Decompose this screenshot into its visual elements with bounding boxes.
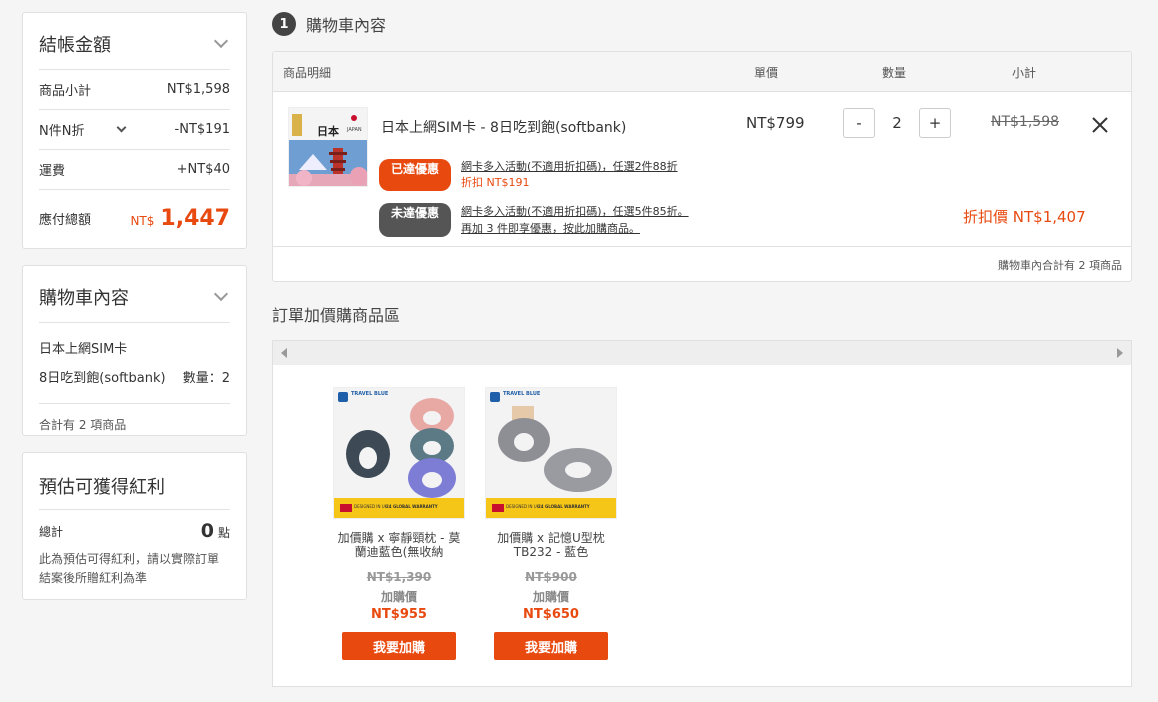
rewards-unit: 點: [217, 526, 230, 540]
header-subtotal: 小計: [1012, 66, 1037, 80]
sim-card-thumbnail[interactable]: 日本 JAPAN: [288, 107, 368, 187]
cart-item-discounted-price: 折扣價 NT$1,407: [963, 208, 1086, 226]
rewards-header: 預估可獲得紅利: [39, 469, 230, 510]
rewards-card: 預估可獲得紅利 總計 0 點 此為預估可得紅利，請以實際訂單結案後所贈紅利為準: [22, 452, 247, 600]
addon-product-card: TRAVEL BLUE DESIGNED IN UK 24 GLOBAL WAR…: [485, 387, 617, 660]
scroll-left-icon[interactable]: [281, 348, 287, 358]
cart-side-total: 合計有 2 項商品: [39, 418, 127, 432]
decrease-quantity-button[interactable]: -: [843, 108, 875, 138]
promo-add-more-link[interactable]: 再加 3 件即享優惠，按此加購商品。: [461, 220, 689, 237]
cart-item-subtotal-original: NT$1,598: [991, 114, 1060, 130]
banner-right-text: 24 GLOBAL WARRANTY: [538, 504, 590, 509]
shipping-label: 運費: [39, 164, 66, 179]
u-pillow-image[interactable]: TRAVEL BLUE DESIGNED IN UK 24 GLOBAL WAR…: [485, 387, 617, 519]
step-title: 購物車內容: [306, 16, 387, 35]
checkout-summary-card: 結帳金額 商品小計 NT$1,598 N件N折 -NT$191 運費 +NT$4…: [22, 12, 247, 249]
thumbnail-label-en: JAPAN: [347, 127, 362, 133]
brand-logo-text: TRAVEL BLUE: [503, 391, 541, 397]
cart-item-unit-price: NT$799: [746, 114, 805, 132]
cart-side-item-name: 日本上網SIM卡: [39, 342, 128, 357]
promo-not-reached: 未達優惠 網卡多入活動(不適用折扣碼)，任選5件85折。 再加 3 件即享優惠，…: [379, 203, 689, 237]
increase-quantity-button[interactable]: +: [919, 108, 951, 138]
addon-product-price: NT$955: [371, 607, 427, 622]
addon-carousel: TRAVEL BLUE DESIGNED IN UK 24 GLOBAL WAR…: [272, 340, 1132, 687]
shipping-row: 運費 +NT$40: [39, 150, 230, 190]
cart-side-card: 購物車內容 日本上網SIM卡 8日吃到飽(softbank) 數量：2 合計有 …: [22, 265, 247, 436]
discount-row: N件N折 -NT$191: [39, 110, 230, 150]
checkout-summary-header[interactable]: 結帳金額: [39, 27, 230, 70]
product-image: [486, 388, 616, 518]
cart-item-name[interactable]: 日本上網SIM卡 - 8日吃到飽(softbank): [381, 117, 626, 137]
banner-left-text: DESIGNED IN UK: [506, 504, 540, 509]
thumbnail-label: 日本: [317, 125, 339, 138]
rewards-points: 0: [200, 520, 214, 542]
subtotal-label: 商品小計: [39, 84, 92, 99]
header-detail: 商品明細: [283, 66, 332, 80]
promo-not-reached-tag: 未達優惠: [379, 203, 451, 237]
cart-table-footer: 購物車內合計有 2 項商品: [998, 259, 1122, 272]
header-quantity: 數量: [882, 66, 907, 80]
step-heading: 1 購物車內容: [272, 12, 386, 36]
rewards-note: 此為預估可得紅利，請以實際訂單結案後所贈紅利為準: [39, 552, 220, 585]
scroll-right-icon[interactable]: [1117, 348, 1123, 358]
discount-label: N件N折: [39, 124, 85, 139]
addon-price-label: 加購價: [532, 590, 569, 604]
total-currency: NT$: [130, 213, 155, 228]
promo-reached-tag: 已達優惠: [379, 159, 451, 191]
add-on-purchase-button[interactable]: 我要加購: [342, 632, 456, 660]
brand-logo-text: TRAVEL BLUE: [351, 391, 389, 397]
addon-scrollbar[interactable]: [273, 341, 1131, 365]
add-on-purchase-button[interactable]: 我要加購: [494, 632, 608, 660]
cart-side-item: 日本上網SIM卡 8日吃到飽(softbank) 數量：2: [39, 323, 230, 404]
banner-left-text: DESIGNED IN UK: [354, 504, 388, 509]
promo-reached-discount: 折扣 NT$191: [461, 176, 530, 189]
addon-price-label: 加購價: [380, 590, 417, 604]
addon-product-name[interactable]: 加價購 x 寧靜頸枕 - 莫蘭迪藍色(無收納: [333, 531, 465, 559]
addon-product-original-price: NT$1,390: [366, 570, 432, 584]
cart-item-row: 日本 JAPAN 日本上網SIM卡 - 8日吃到飽(softbank) 已達優惠…: [273, 92, 1131, 247]
cart-side-item-variant: 8日吃到飽(softbank): [39, 371, 166, 386]
total-value: 1,447: [160, 205, 230, 231]
promo-not-reached-link[interactable]: 網卡多入活動(不適用折扣碼)，任選5件85折。: [461, 203, 689, 220]
quantity-stepper: - 2 +: [843, 108, 951, 138]
promo-reached: 已達優惠 網卡多入活動(不適用折扣碼)，任選2件88折 折扣 NT$191: [379, 159, 678, 191]
chevron-down-icon[interactable]: [213, 33, 229, 49]
addon-product-price: NT$650: [523, 607, 579, 622]
cart-side-item-qty: 數量：2: [182, 371, 230, 386]
chevron-down-icon[interactable]: [117, 122, 127, 133]
shipping-value: +NT$40: [176, 162, 230, 177]
total-label: 應付總額: [39, 212, 92, 228]
rewards-title: 預估可獲得紅利: [39, 477, 165, 498]
rewards-total-row: 總計 0 點: [39, 520, 230, 542]
header-unit-price: 單價: [754, 66, 779, 80]
cart-side-title: 購物車內容: [39, 288, 129, 309]
remove-item-button[interactable]: [1089, 114, 1111, 136]
cart-table-header: 商品明細 單價 數量 小計: [273, 52, 1131, 92]
cart-table: 商品明細 單價 數量 小計 日本 JAPAN 日本上網SIM卡 - 8日吃到飽(…: [272, 51, 1132, 282]
total-amount: NT$ 1,447: [130, 206, 230, 231]
addon-product-card: TRAVEL BLUE DESIGNED IN UK 24 GLOBAL WAR…: [333, 387, 465, 660]
rewards-total-label: 總計: [39, 524, 64, 539]
banner-right-text: 24 GLOBAL WARRANTY: [386, 504, 438, 509]
step-number-badge: 1: [272, 12, 296, 36]
product-image: [334, 388, 464, 518]
cart-side-header[interactable]: 購物車內容: [39, 280, 230, 323]
subtotal-row: 商品小計 NT$1,598: [39, 70, 230, 110]
addon-title: 訂單加價購商品區: [272, 306, 401, 325]
neck-pillow-image[interactable]: TRAVEL BLUE DESIGNED IN UK 24 GLOBAL WAR…: [333, 387, 465, 519]
addon-product-original-price: NT$900: [525, 570, 577, 584]
chevron-down-icon[interactable]: [213, 286, 229, 302]
quantity-value[interactable]: 2: [885, 114, 909, 132]
subtotal-value: NT$1,598: [166, 82, 230, 97]
discount-type-select[interactable]: N件N折: [39, 120, 129, 139]
addon-product-name[interactable]: 加價購 x 記憶U型枕 TB232 - 藍色: [485, 531, 617, 559]
checkout-summary-title: 結帳金額: [39, 35, 111, 56]
sim-card-image: [289, 108, 367, 186]
promo-reached-link[interactable]: 網卡多入活動(不適用折扣碼)，任選2件88折: [461, 159, 678, 175]
discount-value: -NT$191: [174, 122, 230, 137]
close-icon: [1092, 117, 1108, 133]
total-row: 應付總額 NT$ 1,447: [39, 190, 230, 246]
